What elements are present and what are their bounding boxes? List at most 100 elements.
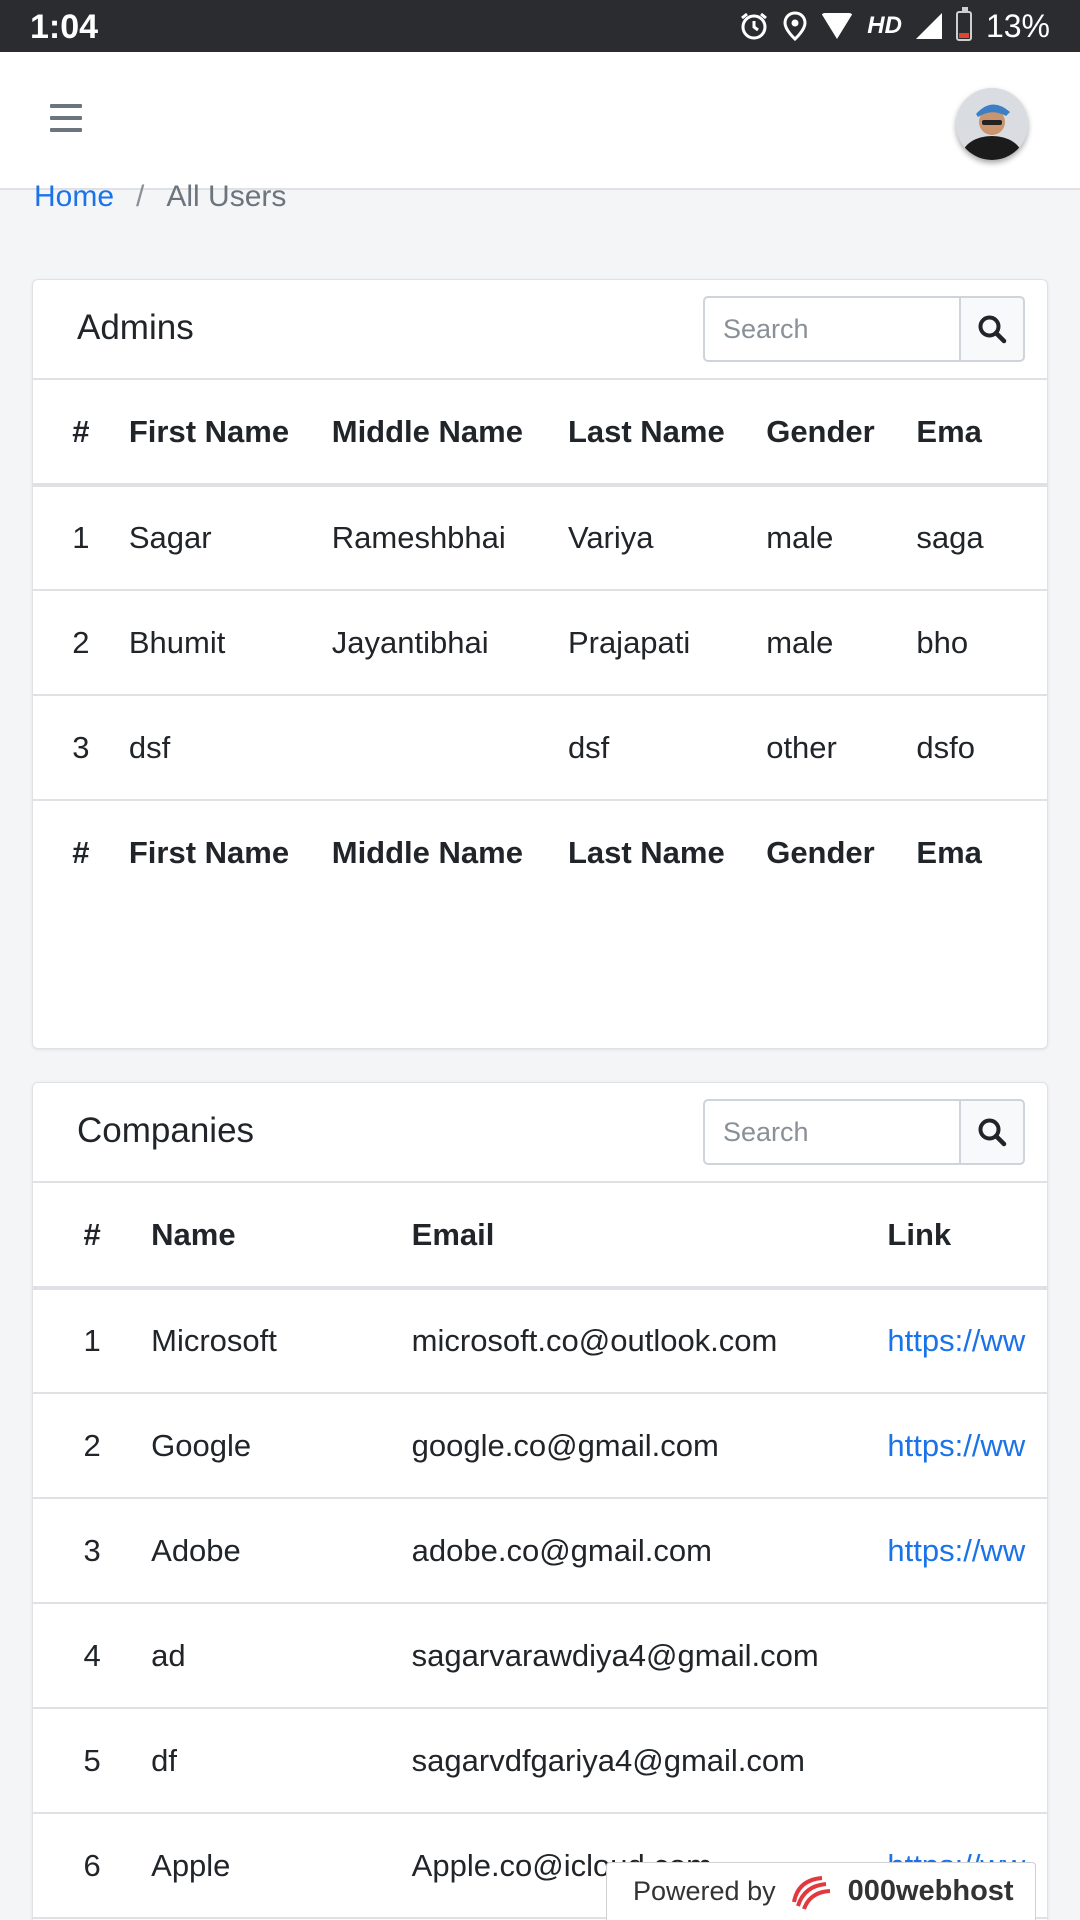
col-email[interactable]: Email [412, 1183, 888, 1288]
table-row[interactable]: 2 Bhumit Jayantibhai Prajapati male bho [33, 590, 1047, 695]
cell-middle-name [332, 695, 568, 800]
col-first-name[interactable]: First Name [129, 380, 332, 485]
cell-email: google.co@gmail.com [411, 1427, 719, 1463]
table-row[interactable]: 1 Sagar Rameshbhai Variya male saga [33, 485, 1047, 590]
cell-gender: male [766, 520, 834, 555]
col-email: Ema [916, 835, 982, 870]
companies-search-input[interactable] [703, 1099, 959, 1165]
admins-card-header: Admins [33, 280, 1047, 380]
cell-email: bho [916, 624, 969, 660]
search-icon [978, 1118, 1007, 1147]
cell-link[interactable]: https://ww [887, 1498, 1047, 1603]
cell-gender: male [766, 624, 834, 660]
companies-table: # Name Email Link 1 Microsoft microsoft.… [33, 1183, 1047, 1919]
col-middle-name: Middle Name [331, 835, 523, 870]
companies-card-header: Companies [33, 1083, 1047, 1183]
cell-email: sagarvdfgariya4@gmail.com [411, 1742, 805, 1778]
cell-index: 3 [72, 729, 90, 765]
powered-by-badge[interactable]: Powered by 000webhost [606, 1862, 1036, 1920]
companies-card: Companies # Name Email Link 1 Microsoft … [32, 1082, 1048, 1920]
col-first-name: First Name [128, 835, 290, 870]
companies-search [703, 1099, 1025, 1165]
cell-first-name: dsf [128, 729, 171, 765]
col-last-name: Last Name [567, 835, 725, 870]
col-index: # [72, 835, 90, 870]
admins-table: # First Name Middle Name Last Name Gende… [33, 380, 1047, 905]
cell-email: microsoft.co@outlook.com [411, 1323, 778, 1358]
cell-email: sagarvarawdiya4@gmail.com [411, 1637, 819, 1673]
companies-header-row: # Name Email Link [33, 1183, 1047, 1288]
companies-search-button[interactable] [959, 1099, 1025, 1165]
companies-title: Companies [77, 1111, 255, 1150]
table-row[interactable]: 4 ad sagarvarawdiya4@gmail.com [33, 1603, 1047, 1708]
cell-index: 2 [72, 624, 90, 660]
user-avatar[interactable] [956, 88, 1028, 160]
cell-index: 3 [83, 1532, 101, 1568]
cell-index: 2 [83, 1427, 101, 1463]
breadcrumb-home-link[interactable]: Home [34, 180, 114, 214]
status-bar: 1:04 HD 13% [0, 0, 1080, 52]
cell-last-name: Variya [567, 520, 654, 555]
cell-last-name: dsf [567, 729, 610, 765]
cell-email: dsfo [916, 729, 976, 765]
powered-by-brand: 000webhost [847, 1875, 1014, 1907]
cell-name: Microsoft [151, 1323, 277, 1358]
admins-header-row: # First Name Middle Name Last Name Gende… [33, 380, 1047, 485]
col-index[interactable]: # [33, 1183, 151, 1288]
cell-index: 1 [72, 520, 90, 555]
breadcrumb-current: All Users [166, 180, 287, 213]
table-row[interactable]: 3 dsf dsf other dsfo [33, 695, 1047, 800]
cell-link[interactable]: https://ww [887, 1288, 1047, 1393]
col-last-name[interactable]: Last Name [568, 380, 766, 485]
admins-search [703, 296, 1025, 362]
cell-name: ad [151, 1637, 186, 1673]
cell-link[interactable]: https://ww [887, 1393, 1047, 1498]
000webhost-logo-icon [791, 1875, 830, 1910]
table-row[interactable]: 5 df sagarvdfgariya4@gmail.com [33, 1708, 1047, 1813]
breadcrumb-separator: / [136, 180, 145, 213]
cell-middle-name: Jayantibhai [331, 624, 489, 660]
cell-link[interactable] [887, 1708, 1047, 1813]
cell-index: 1 [83, 1323, 101, 1358]
cell-first-name: Bhumit [128, 624, 226, 660]
app-header [0, 52, 1080, 190]
admins-title: Admins [77, 308, 194, 347]
admins-search-button[interactable] [959, 296, 1025, 362]
col-index[interactable]: # [33, 380, 129, 485]
table-row[interactable]: 2 Google google.co@gmail.com https://ww [33, 1393, 1047, 1498]
powered-by-label: Powered by [633, 1876, 776, 1906]
cell-name: df [151, 1742, 177, 1778]
cell-last-name: Prajapati [567, 624, 691, 660]
table-row[interactable]: 3 Adobe adobe.co@gmail.com https://ww [33, 1498, 1047, 1603]
admins-card: Admins # First Name Middle Name Last Nam… [32, 279, 1048, 1049]
hamburger-icon[interactable] [50, 104, 82, 132]
cell-email: adobe.co@gmail.com [411, 1532, 712, 1568]
cell-link[interactable] [887, 1603, 1047, 1708]
cell-name: Google [151, 1427, 252, 1463]
cell-gender: other [766, 729, 837, 765]
status-icons: HD 13% [739, 7, 1050, 44]
status-time: 1:04 [30, 8, 99, 46]
cell-index: 6 [83, 1847, 101, 1883]
col-middle-name[interactable]: Middle Name [332, 380, 568, 485]
admins-footer-row: # First Name Middle Name Last Name Gende… [33, 800, 1047, 905]
table-row[interactable]: 1 Microsoft microsoft.co@outlook.com htt… [33, 1288, 1047, 1393]
col-gender[interactable]: Gender [766, 380, 916, 485]
breadcrumb: Home / All Users [34, 180, 286, 214]
location-icon [783, 11, 807, 41]
admins-search-input[interactable] [703, 296, 959, 362]
alarm-icon [741, 12, 768, 40]
col-email[interactable]: Ema [916, 380, 1047, 485]
wifi-icon [821, 13, 854, 39]
network-type: HD [867, 12, 902, 39]
cell-middle-name: Rameshbhai [331, 520, 506, 555]
battery-icon [955, 7, 972, 41]
cell-email: saga [916, 520, 984, 555]
battery-percent: 13% [985, 7, 1050, 44]
col-link[interactable]: Link [887, 1183, 1047, 1288]
cell-index: 5 [83, 1742, 101, 1778]
cell-index: 4 [83, 1637, 101, 1673]
col-name[interactable]: Name [151, 1183, 412, 1288]
search-icon [978, 315, 1007, 344]
cell-first-name: Sagar [128, 520, 212, 555]
